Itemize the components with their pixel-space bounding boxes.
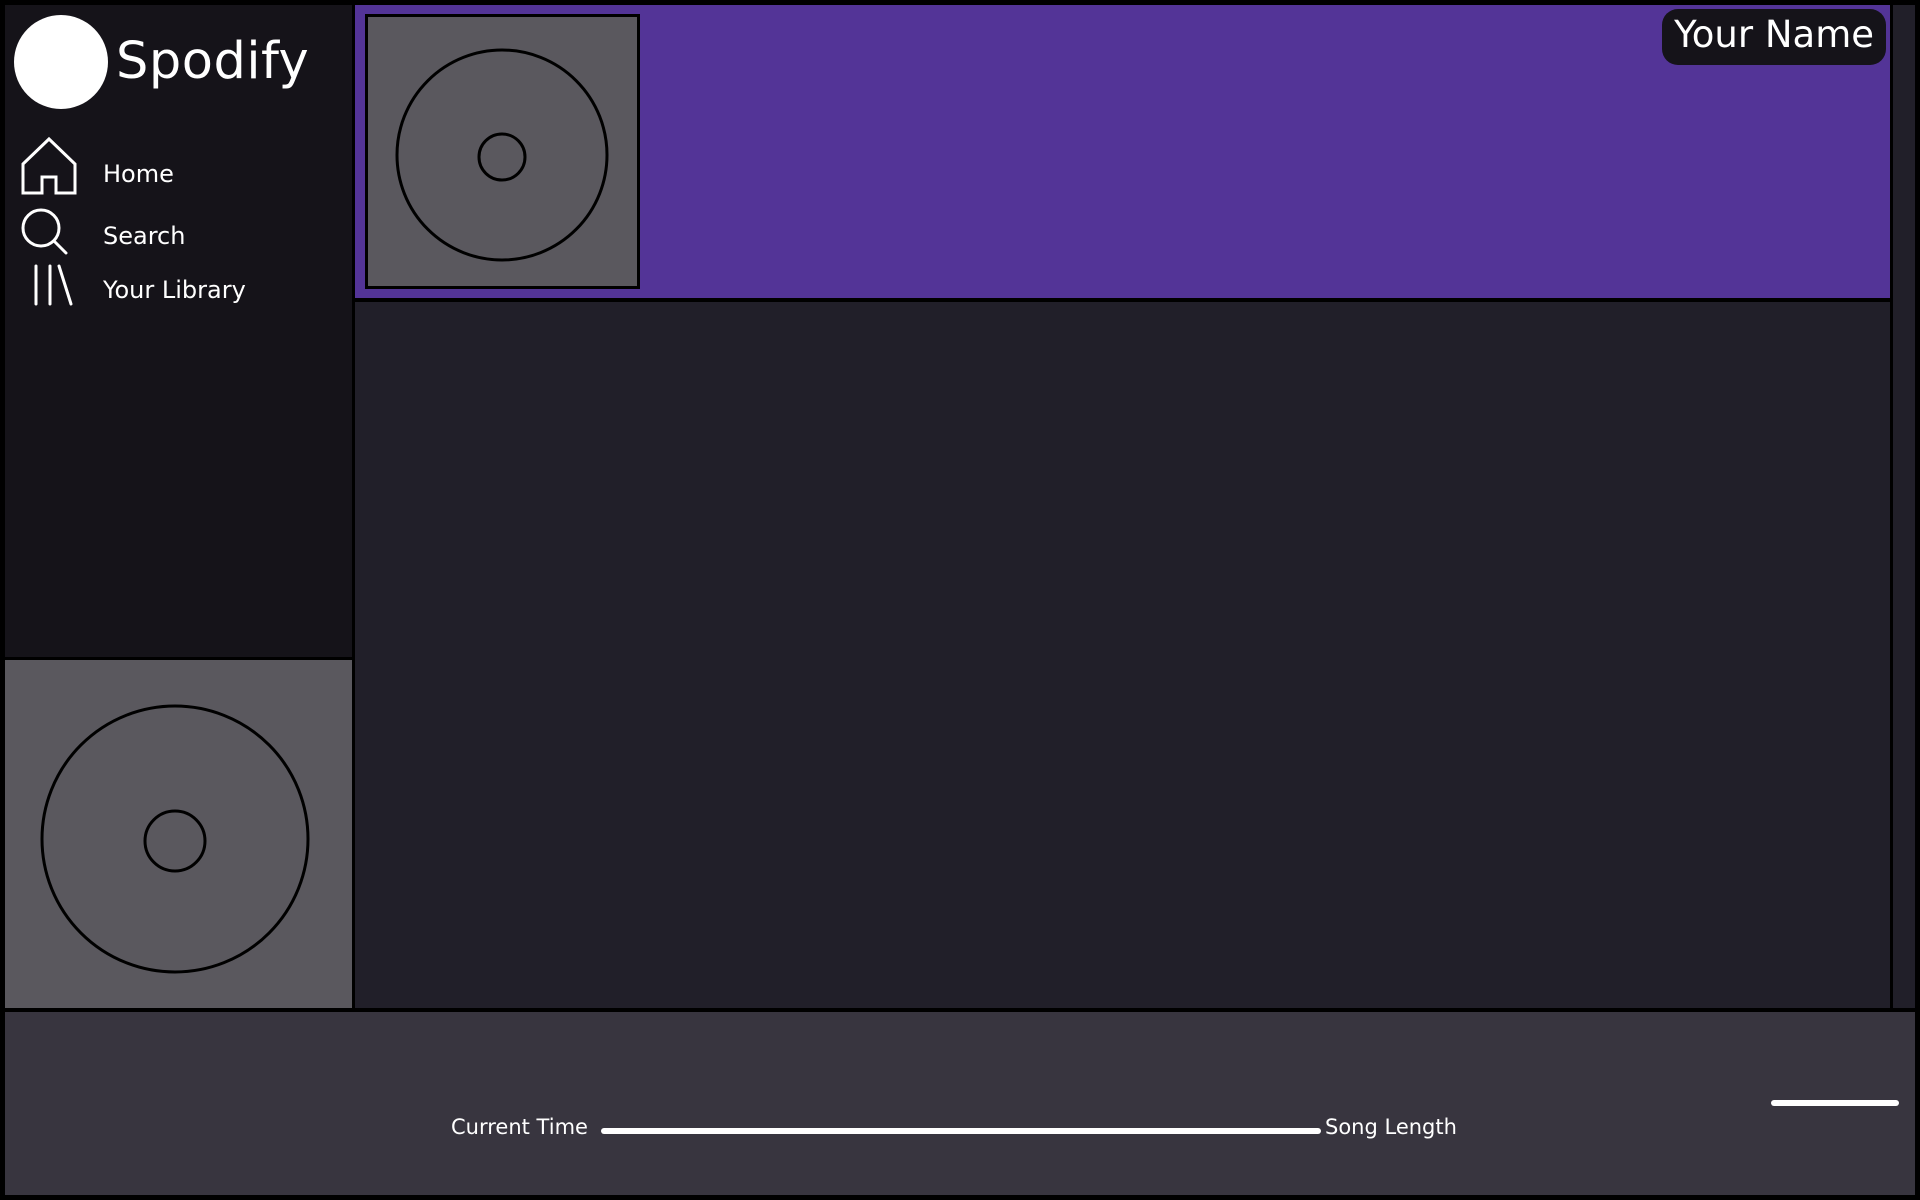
progress-bar[interactable]: [601, 1128, 1321, 1134]
main-content: [355, 302, 1890, 1008]
scrollbar-track[interactable]: [1893, 5, 1915, 1008]
app-window: Spodify Home Search Your Library Your Na…: [0, 0, 1920, 1200]
app-title: Spodify: [116, 32, 310, 91]
sidebar-item-search[interactable]: Search: [17, 207, 337, 267]
disc-icon: [40, 704, 310, 974]
sidebar-item-label: Search: [103, 222, 186, 250]
header-banner: Your Name: [355, 5, 1890, 298]
volume-slider[interactable]: [1771, 1100, 1899, 1106]
current-time-label: Current Time: [451, 1115, 588, 1139]
logo-icon: [14, 15, 108, 109]
library-icon: [34, 264, 73, 306]
home-icon: [21, 136, 77, 195]
sidebar: Spodify Home Search Your Library: [5, 5, 352, 657]
sidebar-item-label: Your Library: [103, 276, 246, 304]
sidebar-item-library[interactable]: Your Library: [17, 261, 337, 321]
user-profile-button[interactable]: Your Name: [1662, 9, 1886, 65]
disc-icon: [395, 48, 609, 262]
player-bar: [5, 1012, 1915, 1195]
now-playing-album-art: [5, 660, 352, 1008]
song-length-label: Song Length: [1325, 1115, 1457, 1139]
playlist-cover-art: [365, 14, 640, 289]
sidebar-item-home[interactable]: Home: [17, 135, 337, 195]
sidebar-item-label: Home: [103, 160, 174, 188]
search-icon: [21, 208, 68, 255]
